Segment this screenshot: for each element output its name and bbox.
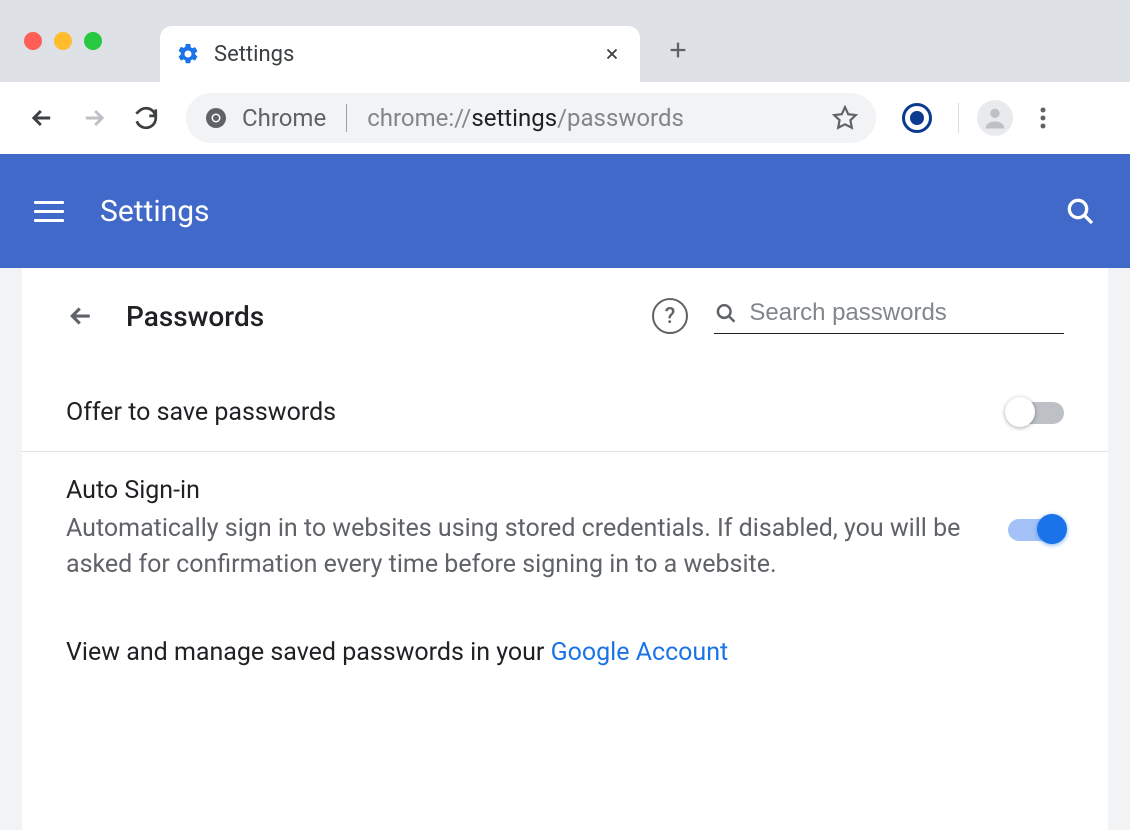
google-account-link[interactable]: Google Account (551, 638, 729, 667)
search-icon (714, 300, 737, 326)
chrome-icon (204, 106, 228, 130)
offer-save-toggle[interactable] (1008, 402, 1064, 424)
search-passwords-field[interactable] (714, 299, 1064, 334)
url-host: settings (471, 104, 557, 132)
manage-passwords-row: View and manage saved passwords in your … (22, 608, 1108, 667)
bookmark-star-button[interactable] (832, 105, 858, 131)
toolbar-separator (958, 103, 959, 133)
offer-save-passwords-row: Offer to save passwords (22, 374, 1108, 452)
appbar-title: Settings (100, 194, 210, 229)
traffic-lights (0, 32, 102, 50)
appbar-search-button[interactable] (1064, 195, 1096, 227)
omnibox-url: chrome://settings/passwords (367, 104, 684, 132)
back-button[interactable] (66, 301, 96, 331)
extension-1password-icon[interactable] (902, 103, 932, 133)
browser-toolbar: Chrome chrome://settings/passwords (0, 82, 1130, 154)
nav-forward-button[interactable] (72, 96, 116, 140)
nav-back-button[interactable] (20, 96, 64, 140)
window-maximize-button[interactable] (84, 32, 102, 50)
new-tab-button[interactable] (660, 32, 696, 68)
auto-signin-description: Automatically sign in to websites using … (66, 511, 978, 584)
help-button[interactable]: ? (652, 298, 688, 334)
auto-signin-toggle[interactable] (1008, 519, 1064, 541)
tab-close-button[interactable] (600, 42, 624, 66)
url-path: /passwords (557, 104, 684, 132)
tab-title: Settings (214, 42, 586, 67)
reload-button[interactable] (124, 96, 168, 140)
page-title: Passwords (126, 300, 264, 333)
offer-save-title: Offer to save passwords (66, 398, 978, 427)
url-prefix: chrome:// (367, 104, 471, 132)
browser-tab[interactable]: Settings (160, 26, 640, 82)
settings-card: Passwords ? Offer to save passwords Auto… (22, 268, 1108, 830)
omnibox-separator (346, 104, 347, 132)
address-bar[interactable]: Chrome chrome://settings/passwords (186, 93, 876, 143)
content-area: Passwords ? Offer to save passwords Auto… (0, 268, 1130, 830)
settings-appbar: Settings (0, 154, 1130, 268)
menu-button[interactable] (34, 191, 74, 231)
profile-avatar-button[interactable] (977, 100, 1013, 136)
section-header: Passwords ? (22, 268, 1108, 374)
window-titlebar: Settings (0, 0, 1130, 82)
omnibox-scheme-label: Chrome (242, 104, 326, 132)
browser-menu-button[interactable] (1021, 106, 1065, 130)
window-close-button[interactable] (24, 32, 42, 50)
auto-signin-title: Auto Sign-in (66, 476, 978, 505)
search-passwords-input[interactable] (749, 299, 1064, 327)
gear-icon (176, 42, 200, 66)
window-minimize-button[interactable] (54, 32, 72, 50)
auto-signin-row: Auto Sign-in Automatically sign in to we… (22, 452, 1108, 608)
manage-passwords-text: View and manage saved passwords in your (66, 638, 551, 667)
